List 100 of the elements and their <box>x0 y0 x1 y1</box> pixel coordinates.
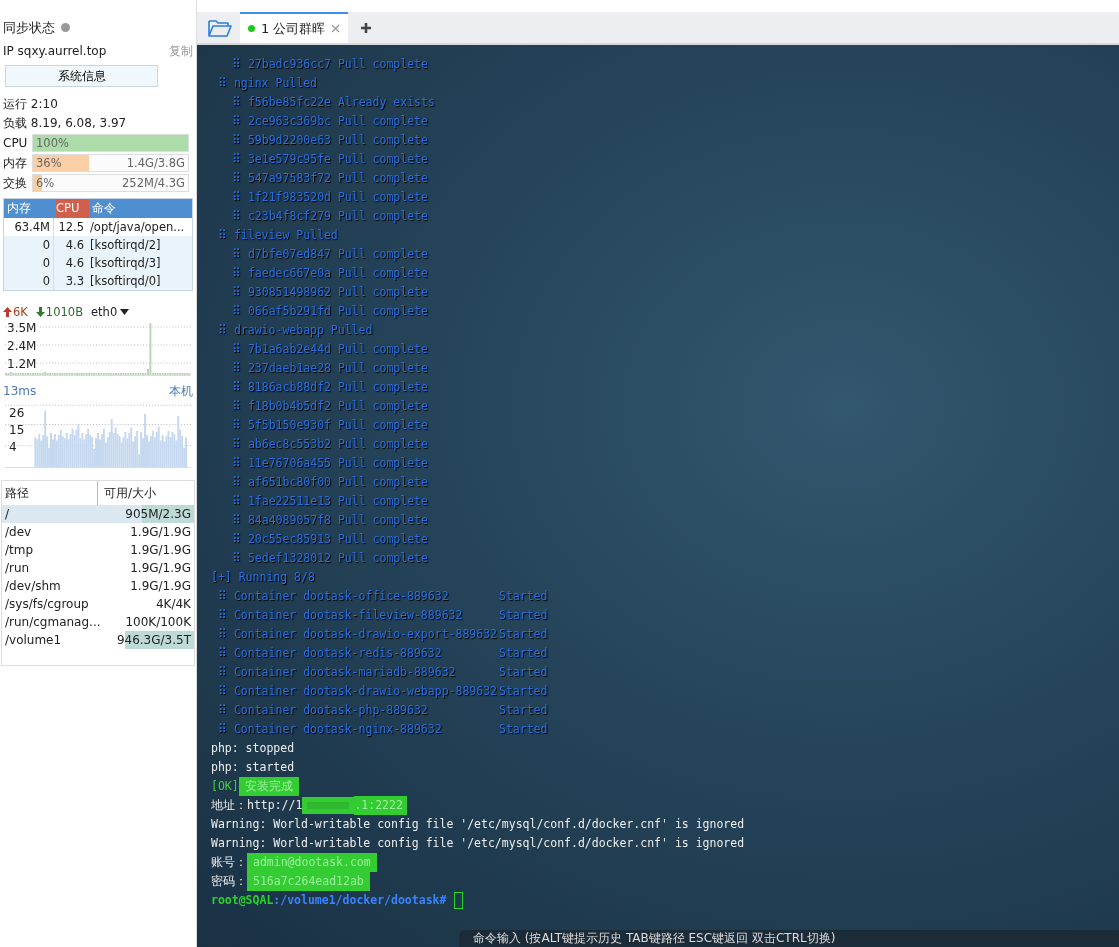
close-icon[interactable] <box>331 24 341 33</box>
disk-row[interactable]: /dev 1.9G/1.9G <box>2 523 194 541</box>
table-cell-text: 946.3G/3.5T <box>116 632 191 649</box>
table-cell-text: 63.4M <box>13 219 51 236</box>
table-cell-text: [ksoftirqd/2] <box>89 237 162 254</box>
table-cell-text: /sys/fs/cgroup <box>4 596 90 613</box>
terminal-line: Warning: World-writable config file '/etc/mysql/conf.d/docker.cnf' is ignored <box>211 816 746 833</box>
container-status: Started <box>499 702 548 719</box>
container-status: Started <box>499 664 548 681</box>
container-status: Started <box>499 721 548 738</box>
ping-latency: 13ms <box>3 383 37 400</box>
terminal-line: ⠿ Container dootask-php-889632 <box>218 702 429 719</box>
add-tab-icon[interactable] <box>360 22 373 34</box>
container-status: Started <box>499 588 548 605</box>
terminal-line: ⠿ Container dootask-office-889632 <box>218 588 450 605</box>
terminal-line: Warning: World-writable config file '/etc/mysql/conf.d/docker.cnf' is ignored <box>211 835 746 852</box>
container-status: Started <box>499 683 548 700</box>
terminal-line: ⠿ f18b0b4b5df2 Pull complete <box>231 398 429 415</box>
meter-label: 内存 <box>3 154 28 172</box>
column-header[interactable]: CPU <box>56 199 89 218</box>
table-cell-text: /volume1 <box>4 632 63 649</box>
axis-label: 3.5M <box>7 320 37 337</box>
download-speed: 1010B <box>45 305 83 319</box>
terminal-line: ⠿ f56be85fc22e Already exists <box>231 94 436 111</box>
command-input-bar[interactable]: 命令输入 (按ALT键提示历史 TAB键路径 ESC键返回 双击CTRL切换) <box>459 930 1119 947</box>
interface-dropdown[interactable]: eth0 <box>91 305 118 319</box>
terminal-line: ⠿ nginx Pulled <box>217 75 318 92</box>
terminal-label: [OK] <box>211 778 239 795</box>
axis-label: 2.4M <box>7 338 37 355</box>
terminal-line: ⠿ fileview Pulled <box>217 227 339 244</box>
table-cell-text: 905M/2.3G <box>125 506 191 523</box>
session-tab[interactable]: 1 公司群晖 <box>240 12 349 43</box>
disk-row[interactable]: /run/cgmanag... 100K/100K <box>2 613 194 631</box>
table-cell-text: 1.9G/1.9G <box>130 578 191 595</box>
terminal-line: ⠿ 7b1a6ab2e44d Pull complete <box>231 341 429 358</box>
prompt-user: root@SQAL <box>211 892 274 909</box>
disk-row[interactable]: /tmp 1.9G/1.9G <box>2 541 194 559</box>
terminal-line: ⠿ 930851498962 Pull complete <box>231 284 429 301</box>
disk-row[interactable]: /run 1.9G/1.9G <box>2 559 194 577</box>
table-cell-text: 1.9G/1.9G <box>130 524 191 541</box>
table-cell-text: /dev <box>4 524 33 541</box>
table-cell-text: 0 <box>41 273 51 290</box>
text-cursor <box>454 892 464 909</box>
terminal-line: ⠿ 547a97583f72 Pull complete <box>231 170 429 187</box>
disk-row[interactable]: /sys/fs/cgroup 4K/4K <box>2 595 194 613</box>
table-cell: 3.3 <box>53 272 87 290</box>
table-cell-text: 0 <box>41 255 51 272</box>
terminal-line: ⠿ 3e1e579c95fe Pull complete <box>231 151 429 168</box>
container-status: Started <box>499 626 548 643</box>
terminal-line: ⠿ Container dootask-redis-889632 <box>218 645 443 662</box>
container-status: Started <box>499 645 548 662</box>
axis-label: 15 <box>9 422 25 439</box>
disk-row[interactable]: /volume1 946.3G/3.5T <box>2 631 194 649</box>
upload-arrow-icon <box>3 307 12 317</box>
highlighted-output: 516a7c264ead12ab <box>247 872 370 891</box>
dropdown-caret-icon[interactable] <box>120 309 130 315</box>
column-header[interactable]: 路径 <box>2 481 97 505</box>
terminal-line: php: started <box>211 759 296 776</box>
terminal-line: ⠿ Container dootask-drawio-export-889632 <box>218 626 499 643</box>
terminal-line: ⠿ 237daeb1ae28 Pull complete <box>231 360 429 377</box>
terminal-line: ⠿ Container dootask-nginx-889632 <box>218 721 443 738</box>
disk-row[interactable]: /dev/shm 1.9G/1.9G <box>2 577 194 595</box>
terminal-line: ⠿ 066af5b291fd Pull complete <box>231 303 429 320</box>
table-cell-text: /dev/shm <box>4 578 62 595</box>
terminal-line: ⠿ 5f5b150e930f Pull complete <box>231 417 429 434</box>
usage-percent: 100% <box>35 136 70 150</box>
highlighted-output: admin@dootask.com <box>247 853 377 872</box>
uptime-text: 运行 2:10 <box>2 96 59 113</box>
terminal-line: php: stopped <box>211 740 296 757</box>
table-cell-text: 1.9G/1.9G <box>130 560 191 577</box>
terminal-line: ⠿ ab6ec8c553b2 Pull complete <box>231 436 429 453</box>
usage-percent: 36% <box>35 156 63 170</box>
system-info-button[interactable]: 系统信息 <box>5 65 158 87</box>
upload-speed: 6K <box>13 305 28 319</box>
terminal-label: 密码： <box>211 873 247 890</box>
terminal-line: ⠿ 2ce963c369bc Pull complete <box>231 113 429 130</box>
terminal-line: ⠿ 20c55ec85913 Pull complete <box>231 531 429 548</box>
prompt-path: :/volume1/docker/dootask# <box>273 892 447 909</box>
terminal-line: ⠿ 1fae22511e13 Pull complete <box>231 493 429 510</box>
terminal-label: 账号： <box>211 854 247 871</box>
terminal-line: ⠿ 5edef1328012 Pull complete <box>231 550 429 567</box>
terminal-line: ⠿ 59b9d2200e63 Pull complete <box>231 132 429 149</box>
terminal-line: ⠿ Container dootask-drawio-webapp-889632 <box>218 683 499 700</box>
load-average-text: 负载 8.19, 6.08, 3.97 <box>2 115 128 132</box>
table-cell-text: /opt/java/open... <box>89 219 186 236</box>
usage-detail: 1.4G/3.8G <box>125 156 186 170</box>
ip-address: IP sqxy.aurrel.top <box>3 43 107 60</box>
table-cell-text: / <box>4 506 11 523</box>
terminal-line: ⠿ Container dootask-fileview-889632 <box>218 607 464 624</box>
terminal-line: [+] Running 8/8 <box>211 569 316 586</box>
terminal-line: ⠿ 11e76706a455 Pull complete <box>231 455 429 472</box>
terminal-line: ⠿ d7bfe07ed847 Pull complete <box>231 246 429 263</box>
axis-label: 1.2M <box>7 356 37 373</box>
terminal-line: ⠿ 8186acb88df2 Pull complete <box>231 379 429 396</box>
folder-icon[interactable] <box>208 19 232 37</box>
terminal-label: 地址：http://1 <box>211 797 303 814</box>
disk-row[interactable]: / 905M/2.3G <box>2 505 194 523</box>
container-status: Started <box>499 607 548 624</box>
table-cell-text: /tmp <box>4 542 35 559</box>
table-cell-text: /run <box>4 560 31 577</box>
